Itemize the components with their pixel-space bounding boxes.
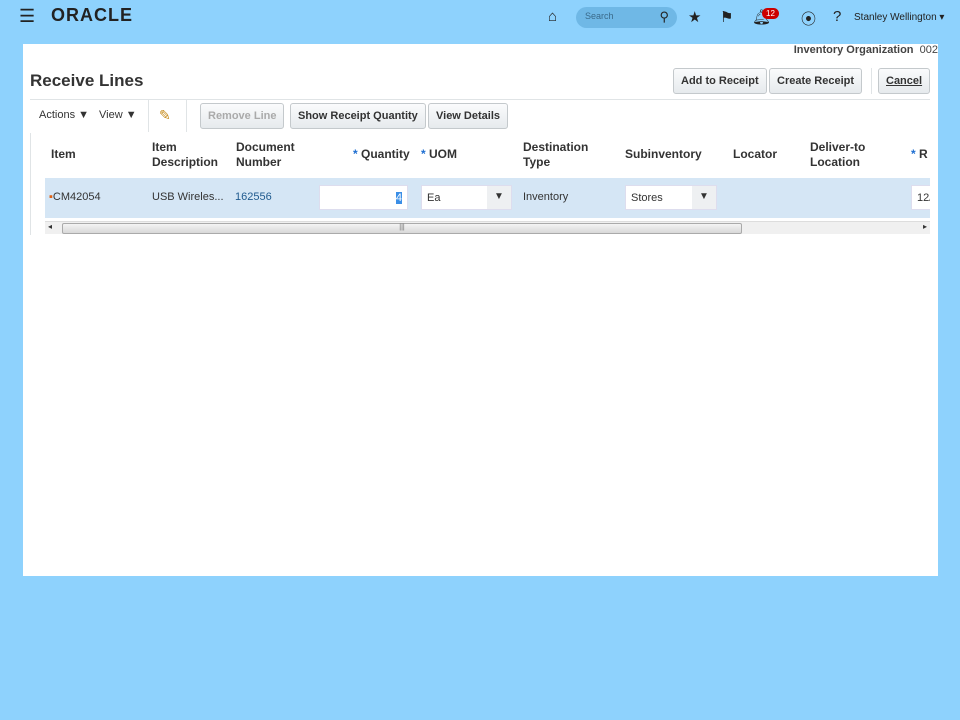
col-qty-label: Quantity [361,147,410,161]
col-deliver-to-location[interactable]: Deliver-to Location [810,140,865,170]
home-icon[interactable]: ⌂ [548,8,557,25]
table-row[interactable]: ▪CM42054 USB Wireles... 162556 4 Ea ▼ Inv… [45,178,930,218]
org-label: Inventory Organization [793,44,914,56]
col-receipt-date[interactable]: * R [911,147,928,162]
receipt-date-value: 12/ [917,192,930,204]
edit-pencil-icon[interactable]: ✎ [159,107,171,124]
item-cell: ▪CM42054 [49,191,101,203]
horizontal-scrollbar[interactable]: ◂ ||| ▸ [45,221,930,234]
help-icon[interactable]: ? [833,8,841,25]
receive-lines-table: Item Item Description Document Number * Qu… [30,133,930,235]
global-header: ☰ ORACLE ⌂ Search ⚲ ★ ⚑ 🔔︎ 12 ⦿ ? Stanley… [0,0,960,36]
col-dest-l2: Type [523,155,551,169]
view-menu[interactable]: View ▼ [99,109,137,121]
search-placeholder: Search [585,11,614,21]
col-quantity[interactable]: * Quantity [353,147,410,162]
inventory-organization: Inventory Organization 002 [794,44,938,56]
scroll-left-icon[interactable]: ◂ [48,222,52,231]
uom-select[interactable]: Ea ▼ [421,185,512,210]
col-desc-l2: Description [152,155,219,169]
favorites-star-icon[interactable]: ★ [688,8,701,26]
chevron-down-icon[interactable]: ▼ [692,186,716,209]
document-number-link[interactable]: 162556 [235,191,272,203]
col-dest-l1: Destination [523,140,589,154]
flag-icon[interactable]: ⚑ [720,8,733,26]
view-label: View [99,109,123,121]
col-uom[interactable]: * UOM [421,147,457,162]
actions-label: Actions [39,109,76,121]
col-doc-l2: Number [236,155,282,169]
uom-value: Ea [427,192,441,204]
menu-icon[interactable]: ☰ [19,6,35,27]
actions-menu[interactable]: Actions ▼ [39,109,89,121]
col-doc-l1: Document [236,140,295,154]
quantity-value: 4 [395,192,402,204]
col-item[interactable]: Item [51,147,76,162]
view-details-button[interactable]: View Details [428,103,508,129]
col-subinventory[interactable]: Subinventory [625,147,702,162]
col-last-label: R [919,147,928,161]
col-locator[interactable]: Locator [733,147,777,162]
col-document-number[interactable]: Document Number [236,140,295,170]
col-del-l1: Deliver-to [810,140,866,154]
create-receipt-button[interactable]: Create Receipt [769,68,863,94]
accessibility-icon[interactable]: ⦿ [801,8,816,29]
search-icon[interactable]: ⚲ [659,9,669,25]
user-menu[interactable]: Stanley Wellington ▾ [854,12,944,23]
col-uom-label: UOM [429,147,458,161]
description-cell: USB Wireles... [152,191,224,203]
user-name: Stanley Wellington [854,12,937,23]
col-item-description[interactable]: Item Description [152,140,218,170]
scrollbar-thumb[interactable]: ||| [62,223,742,234]
chevron-down-icon[interactable]: ▼ [487,186,511,209]
subinventory-value: Stores [631,192,663,204]
item-value: CM42054 [52,191,101,203]
remove-line-button[interactable]: Remove Line [200,103,285,129]
destination-type-cell: Inventory [523,191,569,203]
show-receipt-quantity-button[interactable]: Show Receipt Quantity [290,103,426,129]
subinventory-select[interactable]: Stores ▼ [625,185,717,210]
search-input[interactable]: Search ⚲ [576,7,677,28]
receive-lines-panel: Inventory Organization 002 Receive Lines… [23,44,938,576]
add-to-receipt-button[interactable]: Add to Receipt [673,68,767,94]
cancel-button[interactable]: Cancel [878,68,931,94]
col-desc-l1: Item [152,140,177,154]
quantity-input[interactable]: 4 [319,185,408,210]
divider [30,99,930,100]
oracle-logo[interactable]: ORACLE [51,5,133,26]
scroll-right-icon[interactable]: ▸ [923,222,927,231]
col-destination-type[interactable]: Destination Type [523,140,588,170]
notification-badge: 12 [762,8,779,19]
page-title: Receive Lines [30,71,144,90]
receipt-date-input[interactable]: 12/ [911,185,930,210]
col-del-l2: Location [810,155,860,169]
org-value: 002 [919,44,938,56]
